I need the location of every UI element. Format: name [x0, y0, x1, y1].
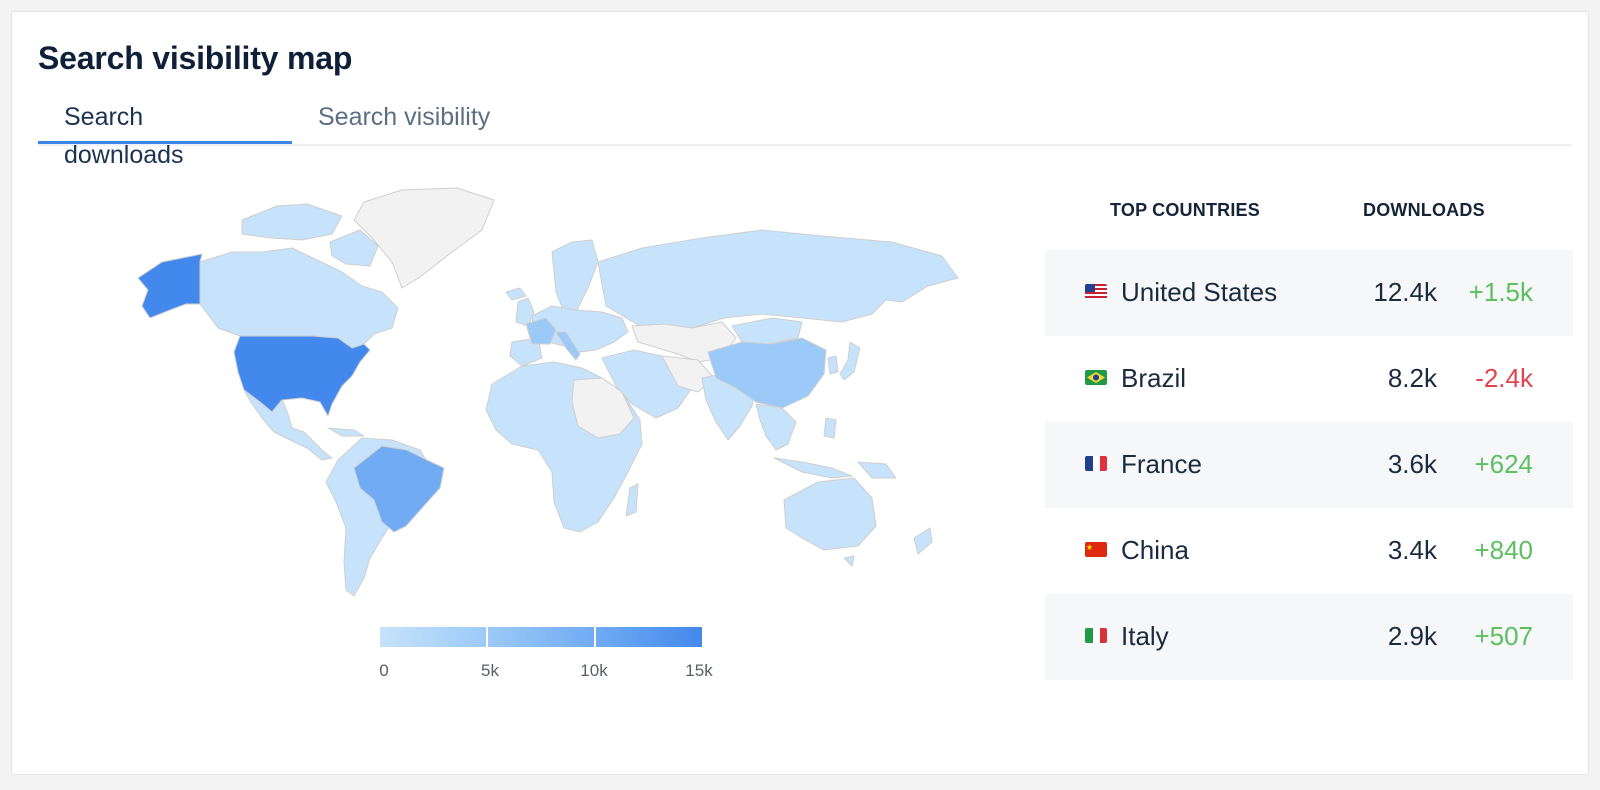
downloads-value: 8.2k — [1387, 363, 1437, 393]
downloads-value: 2.9k — [1387, 621, 1437, 651]
country-canada-islands[interactable] — [241, 203, 343, 241]
legend-color-scale — [380, 627, 702, 647]
country-new-guinea[interactable] — [857, 461, 897, 479]
country-tasmania[interactable] — [843, 555, 855, 567]
world-map-svg — [137, 187, 959, 597]
legend-tick-15k: 15k — [685, 661, 713, 680]
tab-search-downloads[interactable]: Search downloads — [38, 98, 292, 169]
country-name: France — [1121, 449, 1202, 479]
change-value: +507 — [1474, 621, 1533, 651]
country-united-kingdom[interactable] — [515, 297, 535, 327]
country-philippines[interactable] — [823, 417, 837, 439]
column-header-downloads: DOWNLOADS — [1363, 200, 1485, 220]
table-rows: United States 12.4k +1.5k Brazil 8.2k -2… — [1045, 250, 1573, 680]
tab-search-visibility[interactable]: Search visibility — [292, 98, 516, 144]
legend-tick-10k: 10k — [580, 661, 608, 680]
change-value: +1.5k — [1468, 277, 1533, 307]
change-value: +624 — [1474, 449, 1533, 479]
column-header-top-countries: TOP COUNTRIES — [1110, 200, 1260, 220]
table-row[interactable]: Brazil 8.2k -2.4k — [1045, 336, 1573, 422]
change-value: -2.4k — [1475, 363, 1533, 393]
legend-segment-2 — [488, 627, 596, 647]
change-value: +840 — [1474, 535, 1533, 565]
cn-flag-icon — [1085, 542, 1107, 557]
table-row[interactable]: China 3.4k +840 — [1045, 508, 1573, 594]
us-flag-icon — [1085, 284, 1107, 299]
country-madagascar[interactable] — [625, 483, 639, 517]
country-scandinavia[interactable] — [551, 239, 599, 313]
world-map — [102, 182, 982, 622]
country-name: China — [1121, 535, 1189, 565]
country-japan[interactable] — [839, 341, 861, 381]
legend-tick-0: 0 — [379, 661, 389, 680]
legend-segment-3 — [596, 627, 702, 647]
country-name: Italy — [1121, 621, 1169, 651]
downloads-value: 3.4k — [1387, 535, 1437, 565]
downloads-value: 12.4k — [1373, 277, 1437, 307]
fr-flag-icon — [1085, 456, 1107, 471]
country-indonesia[interactable] — [773, 457, 853, 479]
country-korea[interactable] — [827, 355, 839, 375]
country-name: United States — [1121, 277, 1278, 307]
country-australia[interactable] — [783, 477, 877, 551]
country-southeast-asia[interactable] — [755, 403, 797, 451]
card-title: Search visibility map — [38, 40, 353, 76]
br-flag-icon — [1085, 370, 1107, 385]
country-alaska[interactable] — [137, 253, 203, 319]
country-greenland[interactable] — [353, 187, 495, 289]
legend-segment-1 — [380, 627, 488, 647]
map-legend: 0 5k 10k 15k — [379, 627, 713, 687]
legend-tick-5k: 5k — [481, 661, 499, 680]
it-flag-icon — [1085, 628, 1107, 643]
country-name: Brazil — [1121, 363, 1187, 393]
country-cuba[interactable] — [327, 427, 365, 437]
table-row[interactable]: France 3.6k +624 — [1045, 422, 1573, 508]
country-new-zealand[interactable] — [913, 527, 933, 555]
search-visibility-card: Search visibility map Search downloads S… — [11, 11, 1589, 775]
country-russia[interactable] — [597, 229, 959, 329]
tab-bar: Search downloads Search visibility — [38, 98, 1572, 169]
table-row[interactable]: Italy 2.9k +507 — [1045, 594, 1573, 680]
table-row[interactable]: United States 12.4k +1.5k — [1045, 250, 1573, 336]
downloads-value: 3.6k — [1387, 449, 1437, 479]
country-iceland[interactable] — [505, 287, 527, 301]
